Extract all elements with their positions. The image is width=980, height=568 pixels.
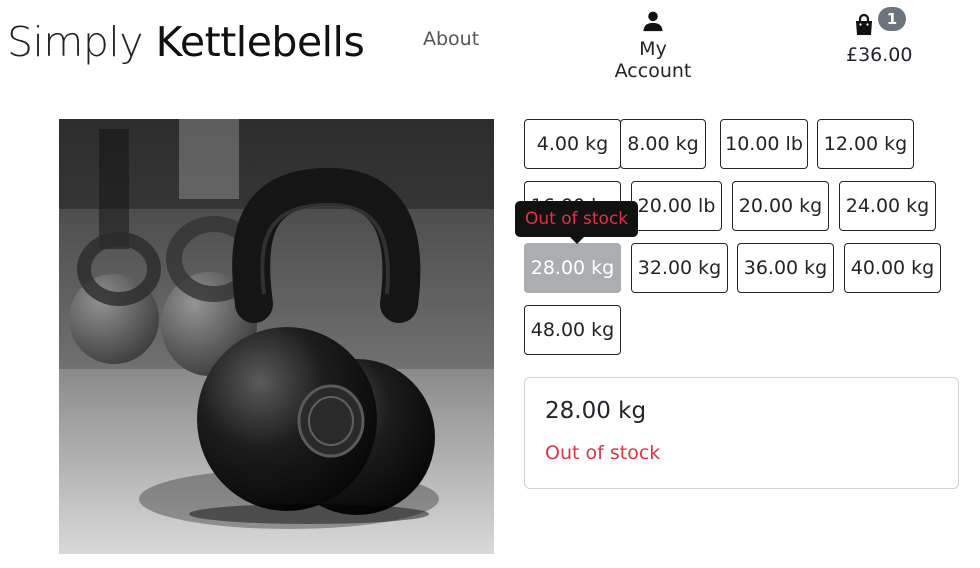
brand-bold-text: Kettlebells [155, 18, 365, 66]
brand-light-text: Simply [7, 18, 156, 66]
size-option-button[interactable]: 4.00 kg [524, 119, 621, 169]
size-option-button[interactable]: 20.00 kg [732, 181, 829, 231]
size-option-button[interactable]: 8.00 kg [620, 119, 706, 169]
cart-count-badge: 1 [878, 7, 906, 31]
user-icon [643, 11, 663, 32]
my-account-link[interactable]: My Account [598, 10, 708, 82]
size-option-button[interactable]: 20.00 lb [631, 181, 722, 231]
selection-info-card: 28.00 kg Out of stock [524, 377, 959, 489]
my-account-label: My Account [614, 38, 692, 82]
kettlebell-photo [59, 119, 494, 554]
size-option-button[interactable]: 12.00 kg [817, 119, 914, 169]
size-option-button[interactable]: 32.00 kg [631, 243, 728, 293]
stock-status: Out of stock [545, 442, 661, 464]
size-option-button[interactable]: 40.00 kg [844, 243, 941, 293]
brand-logo[interactable]: Simply Kettlebells [7, 16, 365, 68]
out-of-stock-tooltip: Out of stock [515, 201, 639, 244]
size-option-button[interactable]: 24.00 kg [839, 181, 936, 231]
size-option-button[interactable]: 36.00 kg [737, 243, 834, 293]
size-option-button[interactable]: 48.00 kg [524, 305, 621, 355]
size-option-button[interactable]: 10.00 lb [720, 119, 808, 169]
cart-link[interactable]: 1 £36.00 [846, 7, 913, 66]
shopping-bag-icon [856, 14, 872, 35]
cart-total: £36.00 [846, 44, 913, 66]
nav-about-link[interactable]: About [423, 28, 479, 50]
selected-weight: 28.00 kg [545, 398, 647, 424]
product-image [59, 119, 494, 554]
size-option-button[interactable]: 28.00 kg [524, 243, 621, 293]
